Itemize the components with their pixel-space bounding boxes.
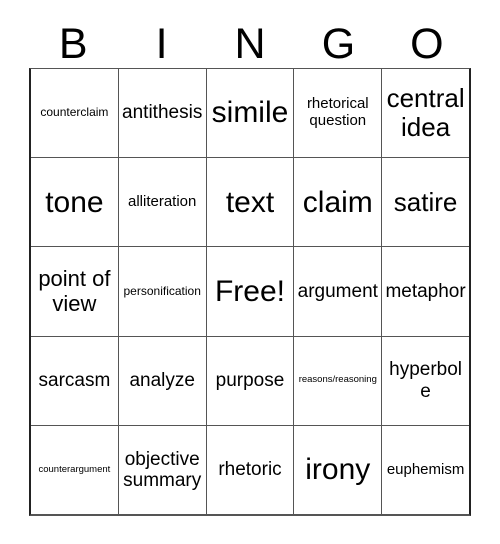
bingo-cell[interactable]: counterclaim: [31, 69, 119, 158]
bingo-cell[interactable]: euphemism: [382, 426, 469, 514]
bingo-card: B I N G O counterclaim antithesis simile…: [29, 14, 471, 516]
bingo-cell-label: analyze: [129, 370, 195, 392]
bingo-row: tone alliteration text claim satire: [31, 158, 469, 248]
bingo-cell-label: rhetoric: [218, 459, 282, 481]
bingo-cell-label: satire: [393, 186, 458, 217]
bingo-cell[interactable]: objective summary: [119, 425, 207, 515]
bingo-row: counterargument objective summary rhetor…: [31, 425, 469, 515]
bingo-cell[interactable]: sarcasm: [31, 336, 119, 425]
bingo-header-letter-o: O: [383, 14, 471, 68]
bingo-cell[interactable]: alliteration: [119, 158, 207, 247]
bingo-cell[interactable]: reasons/reasoning: [294, 336, 383, 425]
bingo-cell-label: central idea: [386, 82, 465, 143]
header-letter-text: N: [234, 20, 266, 68]
bingo-cell-label: sarcasm: [38, 370, 111, 392]
bingo-cell-label: simile: [211, 96, 289, 130]
bingo-cell-label: alliteration: [128, 192, 197, 210]
bingo-cell-label: antithesis: [122, 102, 203, 124]
header-letter-text: G: [321, 20, 356, 68]
bingo-cell-label: irony: [305, 453, 371, 487]
bingo-grid: counterclaim antithesis simile rhetorica…: [29, 68, 471, 516]
bingo-cell[interactable]: counterargument: [31, 425, 119, 515]
bingo-header-letter-n: N: [206, 14, 294, 68]
bingo-cell[interactable]: satire: [382, 158, 469, 246]
bingo-header-letter-g: G: [294, 14, 382, 68]
bingo-cell-label: text: [225, 185, 275, 219]
bingo-cell[interactable]: simile: [207, 69, 295, 158]
bingo-cell-label: personification: [123, 283, 201, 298]
bingo-cell[interactable]: tone: [31, 158, 119, 247]
bingo-cell[interactable]: point of view: [31, 247, 119, 336]
bingo-cell[interactable]: text: [207, 158, 295, 247]
bingo-row: sarcasm analyze purpose reasons/reasonin…: [31, 336, 469, 426]
header-letter-text: O: [410, 20, 444, 68]
bingo-cell[interactable]: analyze: [119, 336, 207, 425]
bingo-cell-label: euphemism: [386, 460, 465, 478]
bingo-cell-label: reasons/reasoning: [298, 374, 377, 386]
bingo-cell[interactable]: central idea: [382, 69, 469, 157]
header-letter-text: B: [58, 20, 88, 68]
bingo-cell[interactable]: irony: [294, 425, 383, 515]
bingo-cell-label: argument: [297, 280, 378, 302]
bingo-cell[interactable]: metaphor: [382, 247, 469, 335]
bingo-cell[interactable]: rhetorical question: [294, 69, 383, 158]
bingo-header-row: B I N G O: [29, 14, 471, 68]
header-letter-text: I: [155, 20, 168, 68]
bingo-cell-label: counterargument: [38, 463, 111, 475]
bingo-cell-label: objective summary: [123, 448, 202, 491]
bingo-header-letter-b: B: [29, 14, 117, 68]
bingo-cell[interactable]: claim: [294, 158, 383, 247]
bingo-cell[interactable]: personification: [119, 247, 207, 336]
bingo-cell[interactable]: argument: [294, 247, 383, 336]
bingo-cell-label: claim: [302, 185, 373, 219]
bingo-cell[interactable]: antithesis: [119, 69, 207, 158]
bingo-cell-label: point of view: [38, 265, 111, 316]
bingo-cell-label: hyperbole: [389, 359, 463, 402]
bingo-cell[interactable]: purpose: [207, 336, 295, 425]
bingo-row: point of view personification Free! argu…: [31, 247, 469, 337]
bingo-header-letter-i: I: [117, 14, 205, 68]
bingo-free-cell[interactable]: Free!: [207, 247, 295, 336]
bingo-cell-label: purpose: [215, 370, 285, 392]
bingo-cell[interactable]: hyperbole: [382, 337, 469, 425]
bingo-free-label: Free!: [214, 274, 285, 308]
bingo-cell-label: tone: [45, 185, 104, 219]
bingo-cell-label: metaphor: [385, 280, 466, 302]
bingo-cell-label: counterclaim: [40, 105, 109, 120]
bingo-cell[interactable]: rhetoric: [207, 425, 295, 515]
bingo-cell-label: rhetorical question: [306, 95, 369, 130]
bingo-row: counterclaim antithesis simile rhetorica…: [31, 69, 469, 159]
